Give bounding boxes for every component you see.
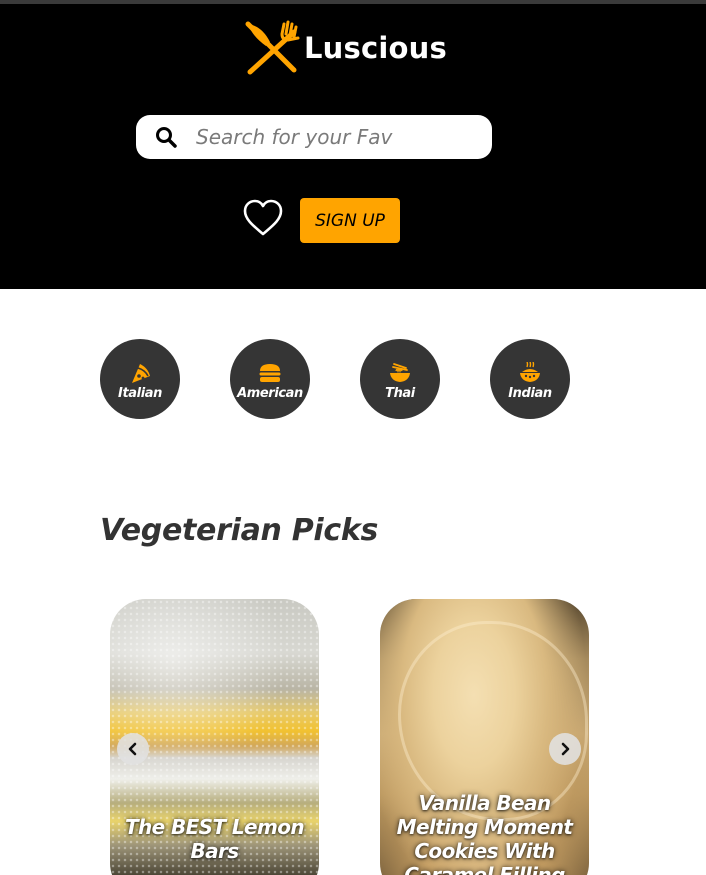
category-italian[interactable]: Italian — [100, 339, 180, 419]
recipe-title: The BEST Lemon Bars — [124, 815, 305, 863]
recipe-title: Vanilla Bean Melting Moment Cookies With… — [396, 791, 573, 875]
search-icon[interactable] — [155, 126, 177, 148]
search-input[interactable] — [196, 125, 476, 149]
category-american[interactable]: American — [230, 339, 310, 419]
brand-logo[interactable]: Luscious — [244, 18, 447, 78]
heart-icon[interactable] — [242, 198, 284, 238]
hamburger-icon — [259, 363, 281, 382]
knife-fork-icon — [245, 20, 300, 75]
category-label: Thai — [385, 385, 415, 401]
category-thai[interactable]: Thai — [360, 339, 440, 419]
chevron-right-icon — [561, 742, 570, 756]
search-bar — [136, 115, 492, 159]
signup-button[interactable]: SIGN UP — [300, 198, 400, 243]
chevron-left-icon — [128, 742, 137, 756]
carousel-next-button[interactable] — [549, 733, 581, 765]
section-title: Vegeterian Picks — [100, 513, 379, 548]
brand-name: Luscious — [304, 31, 447, 65]
site-header: Luscious SIGN UP — [0, 4, 706, 289]
category-label: Italian — [118, 385, 162, 401]
category-label: Indian — [508, 385, 552, 401]
category-indian[interactable]: Indian — [490, 339, 570, 419]
pizza-slice-icon — [132, 363, 150, 383]
noodle-bowl-icon — [390, 362, 410, 382]
curry-bowl-icon — [520, 361, 540, 382]
carousel-prev-button[interactable] — [117, 733, 149, 765]
category-label: American — [237, 385, 303, 401]
